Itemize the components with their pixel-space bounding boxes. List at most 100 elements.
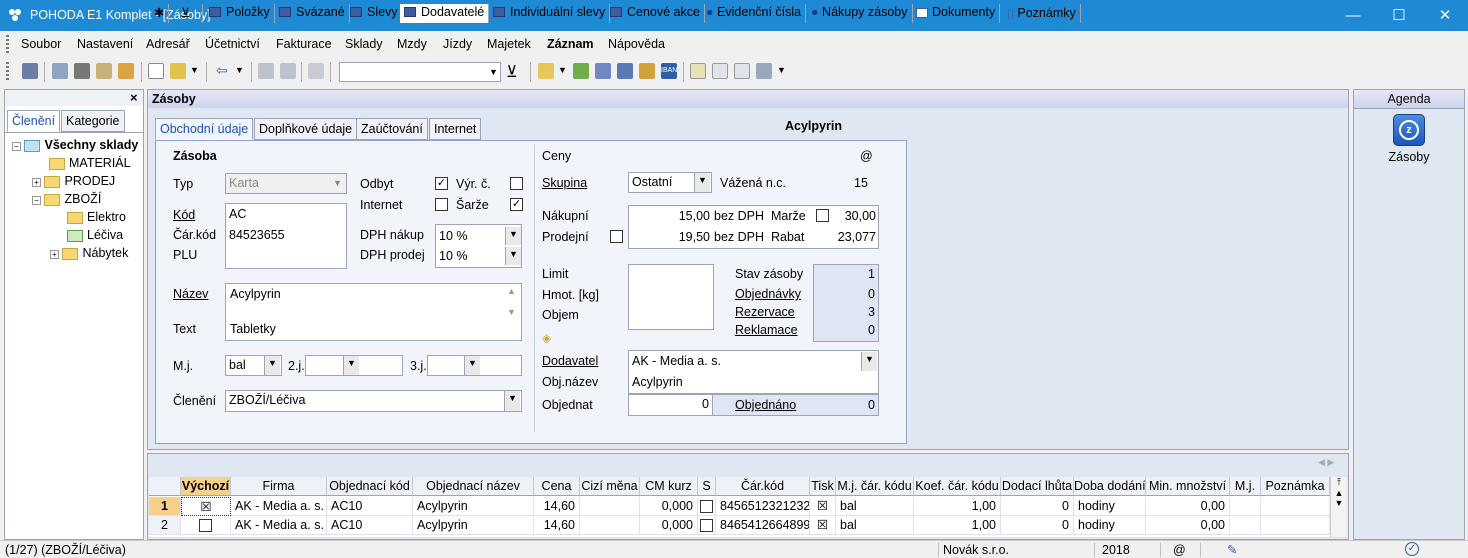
prodejni-input[interactable]: 19,50 <box>632 230 710 244</box>
cell-kurz[interactable]: 0,000 <box>640 516 698 535</box>
reports-icon[interactable] <box>118 63 134 79</box>
menu-mzdy[interactable]: Mzdy <box>397 37 427 51</box>
tisk-checkbox[interactable]: ☒ <box>810 516 836 535</box>
cell-carkod[interactable]: 8465412664899 <box>716 516 810 535</box>
toolbar-grip[interactable] <box>6 62 9 82</box>
menu-adresar[interactable]: Adresář <box>146 37 190 51</box>
tab-svazane[interactable]: Svázané <box>275 4 350 23</box>
menu-sklady[interactable]: Sklady <box>345 37 383 51</box>
tab-evidencni-cisla[interactable]: ● Evidenční čísla <box>702 4 807 23</box>
tree-item-leciva[interactable]: Léčiva <box>67 228 123 242</box>
dph-nakup-select[interactable]: 10 % <box>439 229 468 243</box>
cell-mj[interactable]: bal <box>836 516 914 535</box>
chevron-down-icon[interactable]: ▼ <box>505 247 521 265</box>
col-carkod[interactable]: Čár.kód <box>716 477 810 496</box>
tab-cleneni[interactable]: Členění <box>7 110 61 132</box>
grid-scrollbar[interactable]: ⤒ ▲ ▼ <box>1330 477 1347 537</box>
expand-icon[interactable]: + <box>32 178 41 187</box>
tab-dokumenty[interactable]: Dokumenty <box>912 4 1001 23</box>
text-input[interactable]: Tabletky <box>230 322 276 336</box>
cell-kod[interactable]: AC10 <box>327 516 413 535</box>
cell-lhuta[interactable]: 0 <box>1001 516 1074 535</box>
col-cena[interactable]: Cena <box>534 477 580 496</box>
folder-icon[interactable] <box>538 63 554 79</box>
dropdown-icon[interactable]: ▼ <box>264 356 280 375</box>
coins-icon[interactable] <box>639 63 655 79</box>
menu-majetek[interactable]: Majetek <box>487 37 531 51</box>
rezervace-link[interactable]: Rezervace <box>735 305 795 319</box>
tab-obchodni-udaje[interactable]: Obchodní údaje <box>155 118 254 140</box>
menu-soubor[interactable]: Soubor <box>21 37 61 51</box>
agenda-item-zasoby[interactable]: Zásoby <box>1354 150 1464 164</box>
filter-icon[interactable]: ⊻ <box>506 62 518 82</box>
tab-zauctovani[interactable]: Zaúčtování <box>356 118 428 140</box>
asterisk-icon[interactable]: ✱ <box>150 4 170 23</box>
chevron-down-icon[interactable]: ▼ <box>505 227 521 245</box>
tree-item-elektro[interactable]: Elektro <box>67 210 126 224</box>
menu-fakturace[interactable]: Fakturace <box>276 37 332 51</box>
settings-icon[interactable] <box>756 63 772 79</box>
preview-icon[interactable] <box>52 63 68 79</box>
cell-firma[interactable]: AK - Media a. s. <box>231 497 327 516</box>
cell-carkod[interactable]: 8456512321232 <box>716 497 810 516</box>
expand-icon[interactable]: + <box>50 250 59 259</box>
cell-cena[interactable]: 14,60 <box>534 497 580 516</box>
close-icon[interactable]: × <box>130 90 138 105</box>
cell-mj2[interactable] <box>1230 497 1261 516</box>
objednavky-link[interactable]: Objednávky <box>735 287 801 301</box>
save-icon[interactable] <box>258 63 274 79</box>
menu-jizdy[interactable]: Jízdy <box>443 37 472 51</box>
note-icon[interactable] <box>690 63 706 79</box>
plu-input[interactable] <box>229 248 339 264</box>
back-agenda-icon[interactable] <box>22 63 38 79</box>
col-min-mnozstvi[interactable]: Min. množství <box>1146 477 1230 496</box>
cell-koef[interactable]: 1,00 <box>914 516 1001 535</box>
chevron-down-icon[interactable]: ▼ <box>333 178 342 188</box>
scroll-up-icon[interactable]: ▲ <box>1331 488 1347 498</box>
dph-prodej-select[interactable]: 10 % <box>439 249 468 263</box>
cell-s[interactable] <box>698 497 716 516</box>
table-icon[interactable] <box>595 63 611 79</box>
sarze-checkbox[interactable]: ✓ <box>510 198 523 211</box>
tab-polozky[interactable]: Položky <box>205 4 275 23</box>
tisk-checkbox[interactable]: ☒ <box>810 497 836 516</box>
vyr-checkbox[interactable] <box>510 177 523 190</box>
col-cm-kurz[interactable]: CM kurz <box>640 477 698 496</box>
cell-min[interactable]: 0,00 <box>1146 497 1230 516</box>
chevron-down-icon[interactable]: ▼ <box>489 67 498 77</box>
col-cizi-mena[interactable]: Cizí měna <box>580 477 640 496</box>
dropdown-icon[interactable]: ▼ <box>861 352 877 371</box>
menu-zaznam[interactable]: Záznam <box>547 37 594 51</box>
tree-item-material[interactable]: MATERIÁL <box>49 156 131 170</box>
nakupni-input[interactable]: 15,00 <box>632 209 710 223</box>
filter-icon[interactable]: ⊻ <box>177 4 203 23</box>
cell-vychozi[interactable] <box>181 516 231 535</box>
tab-nakupy-zasoby[interactable]: ● Nákupy zásoby <box>807 4 913 23</box>
collapse-icon[interactable]: − <box>12 142 21 151</box>
objednat-input[interactable]: 0 <box>628 394 713 416</box>
cell-min[interactable]: 0,00 <box>1146 516 1230 535</box>
col-vychozi[interactable]: Výchozí <box>181 477 231 496</box>
new-record-icon[interactable] <box>148 63 164 79</box>
dropdown-icon[interactable]: ▼ <box>343 356 359 375</box>
maximize-button[interactable]: ☐ <box>1376 0 1422 31</box>
kod-input[interactable]: AC <box>229 207 246 221</box>
quick-search-input[interactable] <box>339 62 501 82</box>
tab-individualni-slevy[interactable]: Individuální slevy <box>489 4 611 23</box>
status-at-icon[interactable]: @ <box>1173 543 1186 557</box>
calculator-icon[interactable] <box>617 63 633 79</box>
menu-grip[interactable] <box>6 35 9 53</box>
tab-kategorie[interactable]: Kategorie <box>61 110 125 132</box>
cell-lhuta[interactable]: 0 <box>1001 497 1074 516</box>
col-doba-dodani[interactable]: Doba dodání <box>1074 477 1146 496</box>
cell-poznamka[interactable] <box>1261 516 1330 535</box>
print-preview-icon[interactable] <box>96 63 112 79</box>
tab-scroll-icon[interactable]: ◀ ▶ <box>1318 457 1334 468</box>
cell-cizi-mena[interactable] <box>580 497 640 516</box>
arrow-left-icon[interactable]: ⇦ <box>216 62 228 79</box>
objnazev-input[interactable]: Acylpyrin <box>632 375 683 389</box>
col-s[interactable]: S <box>698 477 716 496</box>
scroll-top-icon[interactable]: ⤒ <box>1331 477 1347 488</box>
marze-input[interactable]: 30,00 <box>835 209 876 223</box>
objednano-link[interactable]: Objednáno <box>735 398 796 412</box>
